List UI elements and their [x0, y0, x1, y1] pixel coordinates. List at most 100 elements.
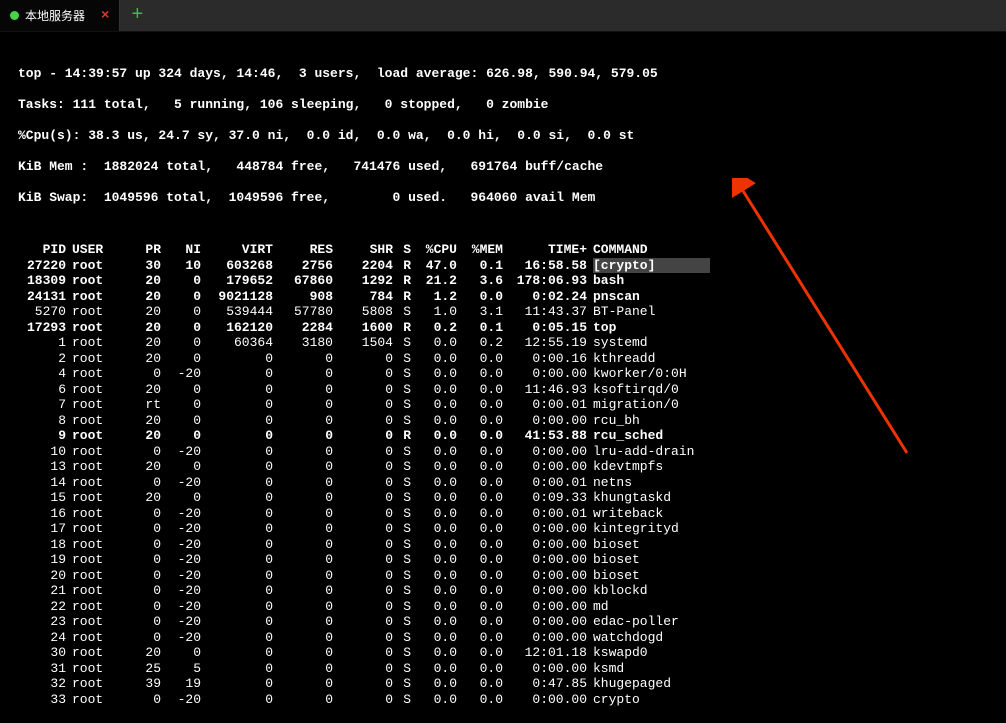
tab-local-server[interactable]: 本地服务器 ×	[0, 0, 120, 31]
col-ni: NI	[161, 242, 201, 258]
cell-s: S	[393, 413, 411, 429]
cell-cmd: [crypto]	[587, 258, 737, 274]
cell-pid: 8	[18, 413, 66, 429]
cell-s: S	[393, 692, 411, 708]
add-tab-button[interactable]: +	[120, 0, 154, 31]
cell-user: root	[66, 428, 121, 444]
cell-time: 0:00.01	[503, 506, 587, 522]
cell-mem: 0.0	[457, 537, 503, 553]
table-row: 21root0-20000S0.00.00:00.00kblockd	[18, 583, 737, 599]
col-s: S	[393, 242, 411, 258]
cell-pid: 7	[18, 397, 66, 413]
cell-cmd: lru-add-drain	[587, 444, 737, 460]
cell-virt: 0	[201, 413, 273, 429]
cell-shr: 1504	[333, 335, 393, 351]
cell-res: 0	[273, 537, 333, 553]
status-dot-icon	[10, 11, 19, 20]
cell-shr: 0	[333, 351, 393, 367]
cell-user: root	[66, 382, 121, 398]
cell-pr: 20	[121, 351, 161, 367]
cell-user: root	[66, 320, 121, 336]
top-header-line2: Tasks: 111 total, 5 running, 106 sleepin…	[18, 97, 988, 113]
col-mem: %MEM	[457, 242, 503, 258]
table-row: 20root0-20000S0.00.00:00.00bioset	[18, 568, 737, 584]
cell-ni: -20	[161, 475, 201, 491]
cell-ni: 0	[161, 320, 201, 336]
cell-shr: 0	[333, 537, 393, 553]
cell-s: S	[393, 490, 411, 506]
cell-mem: 0.0	[457, 475, 503, 491]
cell-ni: -20	[161, 692, 201, 708]
cell-s: S	[393, 444, 411, 460]
cell-res: 57780	[273, 304, 333, 320]
cell-shr: 0	[333, 444, 393, 460]
cell-cmd: bioset	[587, 552, 737, 568]
cell-shr: 0	[333, 475, 393, 491]
cell-mem: 0.0	[457, 676, 503, 692]
cell-shr: 5808	[333, 304, 393, 320]
cell-time: 12:01.18	[503, 645, 587, 661]
cell-user: root	[66, 568, 121, 584]
cell-virt: 0	[201, 568, 273, 584]
cell-cpu: 0.0	[411, 661, 457, 677]
cell-s: S	[393, 382, 411, 398]
cell-mem: 0.0	[457, 444, 503, 460]
cell-virt: 179652	[201, 273, 273, 289]
cell-pid: 5270	[18, 304, 66, 320]
cell-cpu: 0.0	[411, 428, 457, 444]
cell-ni: 0	[161, 351, 201, 367]
cell-user: root	[66, 676, 121, 692]
cell-s: S	[393, 506, 411, 522]
cell-s: S	[393, 614, 411, 630]
table-row: 10root0-20000S0.00.00:00.00lru-add-drain	[18, 444, 737, 460]
cell-virt: 0	[201, 676, 273, 692]
cell-ni: -20	[161, 568, 201, 584]
table-row: 5270root200539444577805808S1.03.111:43.3…	[18, 304, 737, 320]
cell-cmd: khungtaskd	[587, 490, 737, 506]
cell-shr: 0	[333, 413, 393, 429]
cell-virt: 0	[201, 583, 273, 599]
cell-user: root	[66, 459, 121, 475]
cell-ni: 0	[161, 397, 201, 413]
cell-shr: 0	[333, 521, 393, 537]
cell-s: S	[393, 552, 411, 568]
cell-cpu: 0.0	[411, 583, 457, 599]
cell-mem: 0.0	[457, 459, 503, 475]
cell-pr: 20	[121, 335, 161, 351]
cell-pr: 20	[121, 382, 161, 398]
cell-user: root	[66, 599, 121, 615]
cell-shr: 0	[333, 583, 393, 599]
cell-pid: 15	[18, 490, 66, 506]
table-row: 7rootrt0000S0.00.00:00.01migration/0	[18, 397, 737, 413]
cell-res: 0	[273, 630, 333, 646]
cell-virt: 0	[201, 537, 273, 553]
cell-res: 0	[273, 645, 333, 661]
table-row: 17root0-20000S0.00.00:00.00kintegrityd	[18, 521, 737, 537]
cell-shr: 0	[333, 630, 393, 646]
cell-time: 0:00.00	[503, 521, 587, 537]
cell-mem: 0.0	[457, 428, 503, 444]
cell-pr: 0	[121, 583, 161, 599]
close-icon[interactable]: ×	[101, 8, 109, 24]
cell-cmd: top	[587, 320, 737, 336]
cell-cmd: watchdogd	[587, 630, 737, 646]
cell-pid: 19	[18, 552, 66, 568]
cell-virt: 0	[201, 552, 273, 568]
cell-pid: 2	[18, 351, 66, 367]
cell-s: S	[393, 304, 411, 320]
cell-cpu: 0.0	[411, 599, 457, 615]
terminal-output[interactable]: top - 14:39:57 up 324 days, 14:46, 3 use…	[0, 32, 1006, 723]
cell-s: R	[393, 289, 411, 305]
cell-pid: 4	[18, 366, 66, 382]
cell-user: root	[66, 630, 121, 646]
cell-mem: 0.1	[457, 320, 503, 336]
cell-cmd: bash	[587, 273, 737, 289]
cell-time: 12:55.19	[503, 335, 587, 351]
top-header-line1: top - 14:39:57 up 324 days, 14:46, 3 use…	[18, 66, 988, 82]
cell-time: 0:02.24	[503, 289, 587, 305]
cell-res: 0	[273, 351, 333, 367]
cell-time: 41:53.88	[503, 428, 587, 444]
table-row: 15root200000S0.00.00:09.33khungtaskd	[18, 490, 737, 506]
cell-res: 0	[273, 490, 333, 506]
cell-pr: 0	[121, 599, 161, 615]
